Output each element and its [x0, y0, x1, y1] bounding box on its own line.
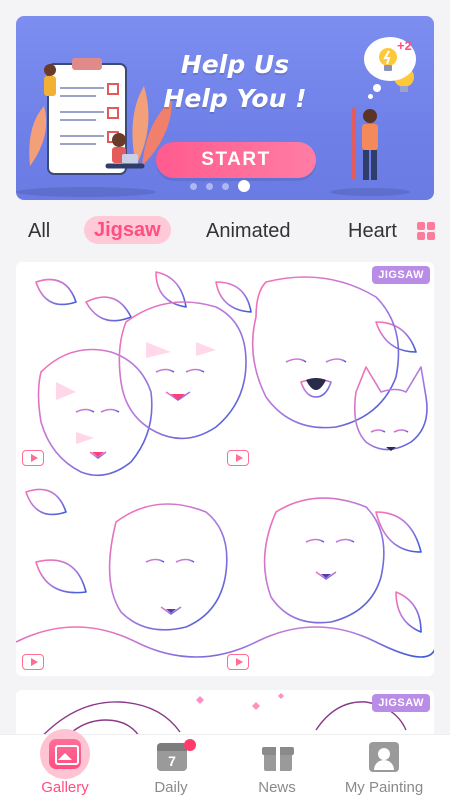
banner-title-line1: Help Us	[180, 50, 290, 79]
jigsaw-badge: JIGSAW	[372, 266, 430, 284]
artwork-card[interactable]: JIGSAW	[16, 262, 434, 676]
nav-daily[interactable]: 7 Daily	[116, 735, 226, 800]
nav-news-label: News	[258, 779, 296, 796]
tab-jigsaw[interactable]: Jigsaw	[84, 216, 171, 244]
nav-my-painting[interactable]: My Painting	[329, 735, 439, 800]
video-icon[interactable]	[22, 450, 44, 466]
category-tabs: All Jigsaw Animated Heart	[0, 212, 450, 252]
gift-icon	[262, 743, 294, 771]
notification-dot	[184, 739, 196, 751]
portrait-frame-icon	[369, 742, 399, 772]
calendar-icon: 7	[157, 743, 187, 771]
video-icon[interactable]	[227, 450, 249, 466]
thought-bubble-tail-small	[368, 94, 373, 99]
nav-gallery[interactable]: Gallery	[10, 729, 120, 800]
jigsaw-badge: JIGSAW	[372, 694, 430, 712]
carousel-dots	[190, 180, 250, 192]
carousel-dot[interactable]	[190, 182, 197, 190]
big-cats-line-art	[16, 262, 434, 676]
thought-bubble-tail	[373, 84, 381, 92]
nav-gallery-label: Gallery	[41, 779, 89, 796]
carousel-dot[interactable]	[206, 182, 213, 190]
carousel-dot[interactable]	[222, 182, 229, 190]
nav-news[interactable]: News	[222, 735, 332, 800]
tab-heart[interactable]: Heart	[348, 220, 397, 243]
grid-menu-icon[interactable]	[417, 222, 435, 240]
banner-title: Help Us Help You !	[160, 48, 310, 116]
promo-banner[interactable]: +2 Help Us Help You ! START	[16, 16, 434, 200]
nav-my-painting-label: My Painting	[344, 779, 424, 796]
banner-title-line2: Help You !	[163, 84, 307, 113]
video-icon[interactable]	[22, 654, 44, 670]
tab-animated[interactable]: Animated	[206, 220, 291, 243]
nav-daily-label: Daily	[154, 779, 188, 796]
carousel-dot-active[interactable]	[238, 180, 250, 192]
bulb-plus-badge: +2	[397, 38, 412, 53]
tab-all[interactable]: All	[28, 220, 50, 243]
app-screen: +2 Help Us Help You ! START All Jigsaw A…	[0, 0, 450, 800]
video-icon[interactable]	[227, 654, 249, 670]
gallery-icon	[49, 739, 81, 769]
bottom-navigation: Gallery 7 Daily News My Painting	[0, 729, 450, 800]
start-button[interactable]: START	[156, 142, 316, 178]
